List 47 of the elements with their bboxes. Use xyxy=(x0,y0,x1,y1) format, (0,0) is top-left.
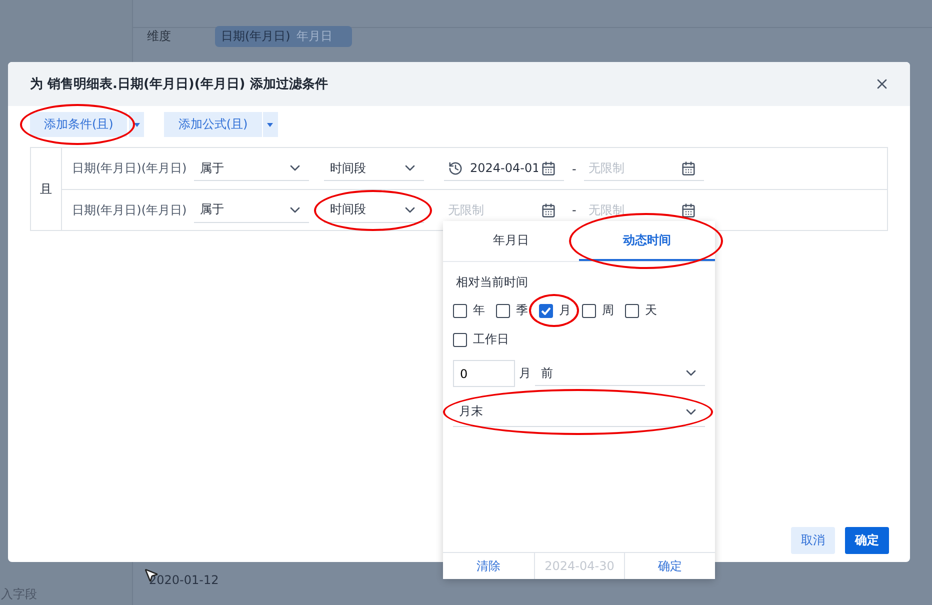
checkbox[interactable] xyxy=(453,332,467,346)
checkbox[interactable] xyxy=(582,304,596,318)
field-name: 日期(年月日)(年月日) xyxy=(72,160,188,177)
range-dash: - xyxy=(572,162,576,176)
calendar-icon xyxy=(541,161,556,176)
cancel-button[interactable]: 取消 xyxy=(791,527,835,554)
dropdown-button[interactable] xyxy=(129,112,144,137)
dialog-title: 为 销售明细表.日期(年月日)(年月日) 添加过滤条件 xyxy=(30,76,328,93)
type-select[interactable]: 时间段 xyxy=(324,156,424,181)
type-select[interactable]: 时间段 xyxy=(324,198,424,222)
checkbox-label: 年 xyxy=(473,302,485,319)
checkbox-label: 季 xyxy=(516,302,528,319)
end-date-input[interactable]: 无限制 xyxy=(584,156,704,181)
checkbox-label: 周 xyxy=(602,302,614,319)
calendar-icon xyxy=(541,202,556,218)
add-condition-button[interactable]: 添加条件(且) xyxy=(30,112,128,137)
calendar-icon xyxy=(681,202,696,218)
checkbox[interactable] xyxy=(625,304,639,318)
calendar-icon xyxy=(681,161,696,176)
field-name: 日期(年月日)(年月日) xyxy=(72,202,188,218)
checkbox-label: 天 xyxy=(645,302,657,319)
table-cell: 2020-01-12 xyxy=(149,573,219,587)
offset-input[interactable]: 0 xyxy=(453,360,515,387)
dropdown-button[interactable] xyxy=(262,112,278,137)
clock-icon xyxy=(448,161,463,176)
checkbox-label: 月 xyxy=(559,302,571,319)
clear-button[interactable]: 清除 xyxy=(443,553,534,579)
section-label: 相对当前时间 xyxy=(456,274,529,291)
anchor-select[interactable]: 月末 xyxy=(453,397,705,427)
popup-confirm-button[interactable]: 确定 xyxy=(624,553,715,579)
unit-label: 月 xyxy=(519,365,531,382)
dimension-label: 维度 xyxy=(147,28,171,44)
add-condition-button[interactable]: 添加公式(且) xyxy=(164,112,262,137)
operator-select[interactable]: 属于 xyxy=(194,156,309,181)
confirm-button[interactable]: 确定 xyxy=(845,527,889,554)
popup-tab[interactable]: 动态时间 xyxy=(579,221,715,261)
checkbox-label: 工作日 xyxy=(473,331,509,348)
operator-select[interactable]: 属于 xyxy=(194,198,309,222)
caret-icon xyxy=(267,122,274,126)
direction-select[interactable]: 前 xyxy=(535,361,705,386)
range-dash: - xyxy=(572,203,576,217)
checkbox[interactable] xyxy=(496,304,510,318)
checkbox[interactable] xyxy=(453,304,467,318)
popup-tab[interactable]: 年月日 xyxy=(443,221,579,261)
caret-icon xyxy=(134,122,140,126)
checkbox[interactable] xyxy=(539,304,553,318)
logic-label: 且 xyxy=(31,148,62,230)
